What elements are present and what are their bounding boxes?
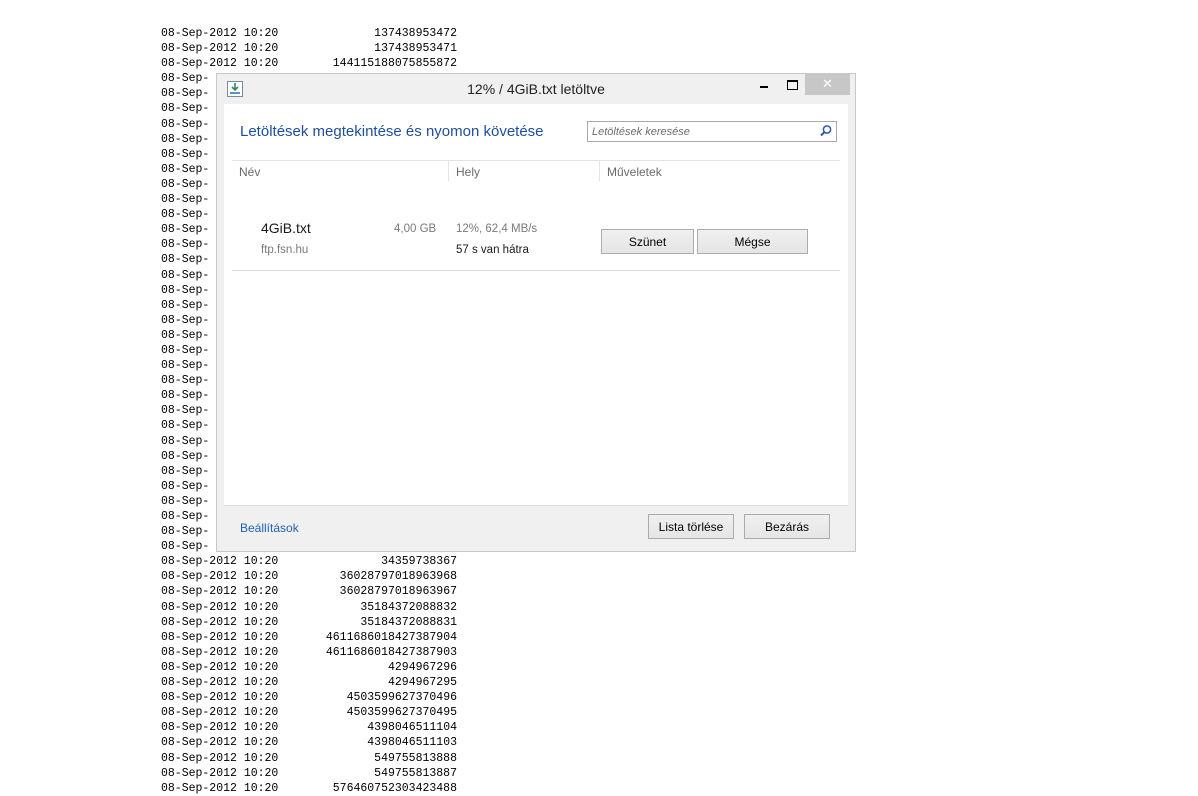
- listing-row: 08-Sep-2012 10:20 549755813887: [161, 766, 457, 781]
- listing-date: 08-Sep-2012 10:20: [161, 600, 279, 614]
- listing-row: 08-Sep-2012 10:20 4294967296: [161, 660, 457, 675]
- close-icon: ✕: [822, 76, 833, 91]
- close-button[interactable]: Bezárás: [744, 514, 830, 539]
- listing-date: 08-Sep-2012 10:20: [161, 57, 279, 71]
- listing-row: 08-Sep-2012 10:20 35184372088832: [161, 600, 457, 615]
- listing-row: 08-Sep-2012 10:20 4611686018427387904: [161, 630, 457, 645]
- listing-row: 08-Sep-2012 10:20 549755813888: [161, 751, 457, 766]
- close-window-button[interactable]: ✕: [805, 74, 850, 95]
- row-divider: [232, 270, 840, 271]
- download-progress: 12%, 62,4 MB/s: [456, 223, 538, 235]
- listing-size: 4294967296: [387, 660, 457, 674]
- download-item[interactable]: 4GiB.txt ftp.fsn.hu 4,00 GB 12%, 62,4 MB…: [232, 204, 840, 270]
- listing-row: 08-Sep-2012 10:20 4398046511103: [161, 735, 457, 750]
- listing-size: 4503599627370496: [346, 691, 457, 705]
- listing-row: 08-Sep-2012 10:20 137438953471: [161, 41, 457, 56]
- column-divider: [599, 161, 600, 181]
- listing-size: 4611686018427387903: [325, 645, 457, 659]
- downloads-panel: Letöltések megtekintése és nyomon követé…: [224, 104, 848, 545]
- listing-date: 08-Sep-2012 10:20: [161, 645, 279, 659]
- column-header-name[interactable]: Név: [239, 165, 260, 179]
- listing-date: 08-Sep-2012 10:20: [161, 660, 279, 674]
- cancel-button[interactable]: Mégse: [697, 229, 808, 254]
- listing-size: 576460752303423488: [332, 781, 457, 795]
- column-header-location[interactable]: Hely: [456, 165, 480, 179]
- listing-date: 08-Sep-2012 10:20: [161, 751, 279, 765]
- listing-size: 34359738367: [381, 555, 457, 569]
- listing-row: 08-Sep-2012 10:20 34359738367: [161, 554, 457, 569]
- search-icon[interactable]: [819, 124, 833, 138]
- listing-size: 549755813887: [374, 766, 457, 780]
- listing-date: 08-Sep-2012 10:20: [161, 615, 279, 629]
- file-size: 4,00 GB: [394, 223, 437, 235]
- file-host: ftp.fsn.hu: [261, 244, 309, 256]
- page-title: Letöltések megtekintése és nyomon követé…: [240, 123, 544, 140]
- title-bar[interactable]: 12% / 4GiB.txt letöltve ✕: [217, 74, 855, 104]
- search-box[interactable]: [587, 121, 837, 142]
- listing-row: 08-Sep-2012 10:20 36028797018963968: [161, 569, 457, 584]
- maximize-icon: [786, 79, 798, 90]
- settings-link[interactable]: Beállítások: [240, 521, 299, 535]
- listing-date: 08-Sep-2012 10:20: [161, 781, 279, 795]
- listing-size: 549755813888: [374, 751, 457, 765]
- listing-row: 08-Sep-2012 10:20 576460752303423488: [161, 781, 457, 796]
- listing-row: 08-Sep-2012 10:20 137438953472: [161, 26, 457, 41]
- listing-size: 144115188075855872: [332, 57, 457, 71]
- listing-size: 35184372088832: [360, 600, 457, 614]
- listing-date: 08-Sep-2012 10:20: [161, 555, 279, 569]
- listing-size: 4503599627370495: [346, 706, 457, 720]
- listing-date: 08-Sep-2012 10:20: [161, 27, 279, 40]
- listing-size: 4398046511103: [367, 736, 457, 750]
- column-divider: [448, 161, 449, 181]
- pause-button[interactable]: Szünet: [601, 229, 694, 254]
- listing-date: 08-Sep-2012 10:20: [161, 570, 279, 584]
- listing-size: 35184372088831: [360, 615, 457, 629]
- download-manager-window: 12% / 4GiB.txt letöltve ✕ Letöltések meg…: [216, 73, 856, 552]
- file-name: 4GiB.txt: [261, 220, 311, 236]
- listing-size: 36028797018963967: [339, 585, 457, 599]
- listing-row: 08-Sep-2012 10:20 4503599627370495: [161, 705, 457, 720]
- listing-size: 4398046511104: [367, 721, 457, 735]
- listing-row: 08-Sep-2012 10:20 4503599627370496: [161, 690, 457, 705]
- listing-size: 36028797018963968: [339, 570, 457, 584]
- listing-size: 137438953471: [374, 42, 457, 56]
- header-divider: [232, 160, 840, 161]
- listing-date: 08-Sep-2012 10:20: [161, 585, 279, 599]
- time-remaining: 57 s van hátra: [456, 244, 529, 256]
- listing-row: 08-Sep-2012 10:20 36028797018963967: [161, 584, 457, 599]
- listing-date: 08-Sep-2012 10:20: [161, 736, 279, 750]
- listing-date: 08-Sep-2012 10:20: [161, 42, 279, 56]
- column-header-actions: Műveletek: [607, 165, 662, 179]
- listing-date: 08-Sep-2012 10:20: [161, 630, 279, 644]
- listing-row: 08-Sep-2012 10:20 4294967295: [161, 675, 457, 690]
- dialog-footer: Beállítások Lista törlése Bezárás: [224, 505, 848, 545]
- listing-row: 08-Sep-2012 10:20 35184372088831: [161, 615, 457, 630]
- listing-row: 08-Sep-2012 10:20 4611686018427387903: [161, 645, 457, 660]
- listing-size: 4294967295: [387, 676, 457, 690]
- listing-size: 137438953472: [374, 27, 457, 40]
- clear-list-button[interactable]: Lista törlése: [648, 514, 734, 539]
- listing-date: 08-Sep-2012 10:20: [161, 721, 279, 735]
- minimize-icon: [760, 85, 768, 88]
- listing-date: 08-Sep-2012 10:20: [161, 676, 279, 690]
- search-input[interactable]: [592, 124, 812, 139]
- maximize-button[interactable]: [780, 74, 804, 95]
- listing-date: 08-Sep-2012 10:20: [161, 766, 279, 780]
- listing-date: 08-Sep-2012 10:20: [161, 691, 279, 705]
- listing-size: 4611686018427387904: [325, 630, 457, 644]
- listing-row: 08-Sep-2012 10:20 144115188075855872: [161, 56, 457, 71]
- minimize-button[interactable]: [752, 74, 776, 95]
- listing-row: 08-Sep-2012 10:20 4398046511104: [161, 720, 457, 735]
- listing-date: 08-Sep-2012 10:20: [161, 706, 279, 720]
